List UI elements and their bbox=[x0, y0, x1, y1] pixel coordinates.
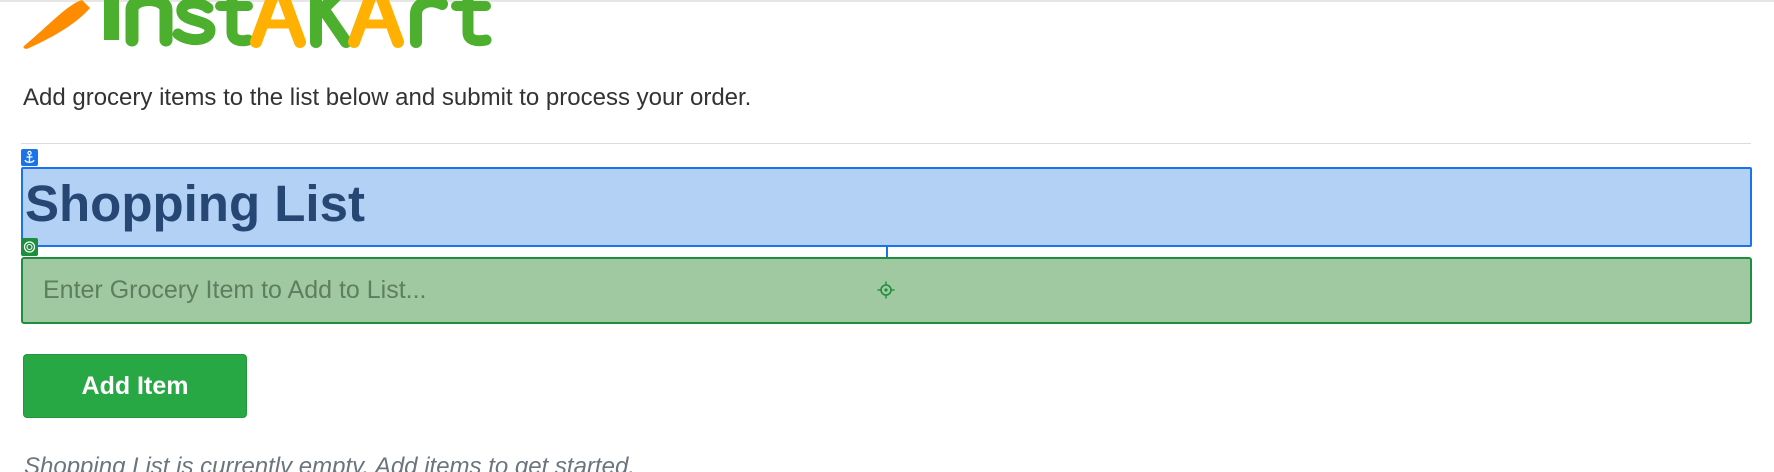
page-title: Shopping List bbox=[25, 175, 365, 232]
empty-list-message: Shopping List is currently empty. Add it… bbox=[24, 453, 635, 472]
add-item-button[interactable]: Add Item bbox=[23, 354, 247, 418]
section-divider bbox=[21, 143, 1751, 144]
crosshair-icon bbox=[877, 281, 895, 299]
anchor-icon bbox=[21, 149, 38, 166]
page: Add grocery items to the list below and … bbox=[0, 0, 1774, 472]
heading-highlight: Shopping List bbox=[21, 167, 1752, 247]
intro-text: Add grocery items to the list below and … bbox=[23, 84, 752, 111]
carrot-icon bbox=[23, 0, 90, 49]
target-icon bbox=[21, 238, 38, 256]
instakart-logo bbox=[23, 0, 492, 49]
